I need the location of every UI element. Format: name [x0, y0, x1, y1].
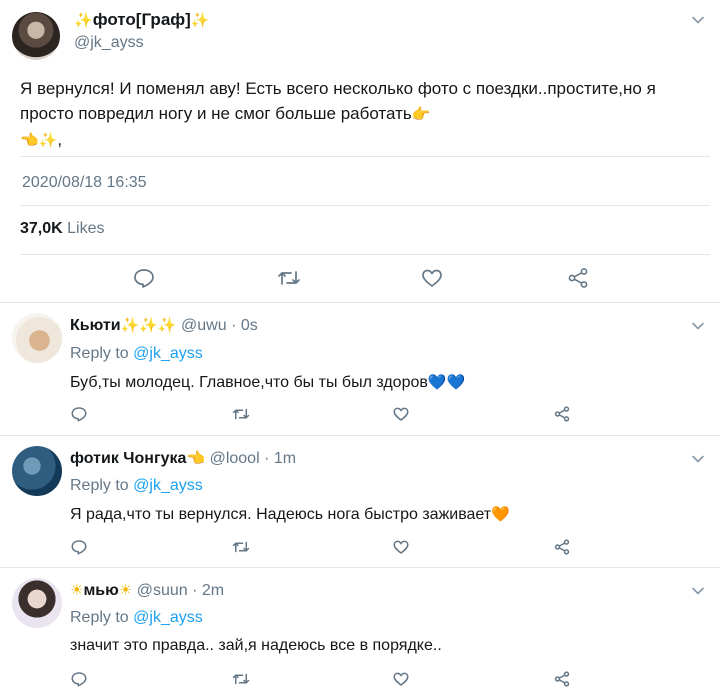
reply-button[interactable] [70, 405, 88, 423]
retweet-button[interactable] [231, 670, 251, 688]
likes-count: 37,0K [20, 220, 63, 237]
reply-header[interactable]: Кьюти✨✨✨ @uwu · 0s [70, 316, 258, 335]
tweet-text-end: , [57, 130, 63, 149]
share-icon [554, 406, 570, 422]
reply-text-container: Буб,ты молодец. Главное,что бы ты был зд… [70, 373, 465, 392]
reply-text: значит это правда.. зай,я надеюсь все в … [70, 637, 442, 654]
share-button[interactable] [553, 405, 571, 423]
tweet-author-name: фото[Граф] [92, 10, 191, 29]
share-button[interactable] [553, 538, 571, 556]
pointing-hand-icon: 👉 [411, 106, 431, 123]
divider [20, 254, 710, 255]
share-button[interactable] [566, 266, 590, 290]
retweet-button[interactable] [231, 538, 251, 556]
retweet-button[interactable] [231, 405, 251, 423]
retweet-icon [232, 408, 250, 420]
reply-to-line: Reply to @jk_ayss [70, 345, 203, 363]
like-button[interactable] [392, 405, 410, 423]
divider [0, 435, 720, 436]
tweet-author-name-row[interactable]: ✨фото[Граф]✨ [74, 10, 210, 30]
tweet-text-container: Я вернулся! И поменял аву! Есть всего не… [20, 76, 710, 153]
reply-icon [134, 269, 154, 288]
chevron-down-icon[interactable] [690, 583, 706, 599]
reply-to-handle[interactable]: @jk_ayss [133, 609, 203, 626]
like-icon [422, 269, 442, 287]
reply-to-line: Reply to @jk_ayss [70, 609, 203, 627]
chevron-down-icon[interactable] [690, 12, 706, 28]
reply-text-container: Я рада,что ты вернулся. Надеюсь нога быс… [70, 505, 510, 524]
reply-author-name: Кьюти [70, 317, 121, 334]
like-icon [393, 540, 409, 554]
reply-author-name: мью [83, 582, 119, 599]
retweet-icon [232, 541, 250, 553]
reply-to-line: Reply to @jk_ayss [70, 477, 203, 495]
like-icon [393, 407, 409, 421]
share-icon [554, 539, 570, 555]
reply-to-handle[interactable]: @jk_ayss [133, 345, 203, 362]
sparkle-icon: ✨ [190, 12, 210, 29]
reply-header[interactable]: ☀мью☀ @suun · 2m [70, 581, 224, 600]
like-button[interactable] [392, 670, 410, 688]
tweet-author-handle[interactable]: @jk_ayss [74, 34, 144, 52]
chevron-down-icon[interactable] [690, 451, 706, 467]
share-icon [554, 671, 570, 687]
reply-author-handle: @uwu [181, 317, 227, 334]
divider [20, 205, 710, 206]
reply-icon [71, 672, 87, 687]
reply-icon [71, 540, 87, 555]
retweet-icon [278, 271, 300, 285]
retweet-button[interactable] [276, 266, 302, 290]
reply-author-handle: @loool [209, 450, 260, 467]
blue-heart-icon: 💙💙 [427, 374, 466, 391]
likes-label: Likes [67, 220, 105, 237]
share-icon [568, 268, 588, 288]
likes-summary[interactable]: 37,0K Likes [20, 220, 105, 238]
reply-author-handle: @suun [136, 582, 188, 599]
reply-time: · 2m [192, 582, 225, 599]
reply-avatar[interactable] [12, 446, 62, 496]
reply-to-label: Reply to [70, 345, 129, 362]
like-button[interactable] [392, 538, 410, 556]
sun-icon: ☀ [118, 582, 133, 599]
sun-icon: ☀ [70, 582, 84, 599]
reply-text: Буб,ты молодец. Главное,что бы ты был зд… [70, 374, 428, 391]
reply-header[interactable]: фотик Чонгука👈 @loool · 1m [70, 449, 296, 468]
reply-avatar[interactable] [12, 313, 62, 363]
sparkle-icon: ✨ [38, 132, 58, 149]
pointing-hand-icon: 👈 [186, 450, 206, 467]
reply-time: · 1m [264, 450, 297, 467]
share-button[interactable] [553, 670, 571, 688]
tweet-date: 2020/08/18 16:35 [22, 174, 147, 191]
sparkle-icon: ✨ [74, 12, 93, 29]
reply-time: · 0s [231, 317, 258, 334]
sparkle-icon: ✨✨✨ [120, 317, 177, 334]
pointing-hand-icon: 👈 [20, 132, 39, 149]
reply-icon [71, 407, 87, 422]
retweet-icon [232, 673, 250, 685]
orange-heart-icon: 🧡 [491, 506, 510, 523]
tweet-author-avatar[interactable] [12, 12, 60, 60]
like-icon [393, 672, 409, 686]
reply-text-container: значит это правда.. зай,я надеюсь все в … [70, 637, 442, 655]
like-button[interactable] [420, 266, 444, 290]
divider [20, 156, 710, 157]
tweet-text: Я вернулся! И поменял аву! Есть всего не… [20, 79, 656, 123]
reply-button[interactable] [70, 538, 88, 556]
reply-to-handle[interactable]: @jk_ayss [133, 477, 203, 494]
reply-author-name: фотик Чонгука [70, 450, 187, 467]
reply-button[interactable] [132, 266, 156, 290]
reply-text: Я рада,что ты вернулся. Надеюсь нога быс… [70, 506, 492, 523]
divider [0, 567, 720, 568]
reply-avatar[interactable] [12, 578, 62, 628]
reply-button[interactable] [70, 670, 88, 688]
reply-to-label: Reply to [70, 609, 129, 626]
reply-to-label: Reply to [70, 477, 129, 494]
chevron-down-icon[interactable] [690, 318, 706, 334]
divider [0, 302, 720, 303]
